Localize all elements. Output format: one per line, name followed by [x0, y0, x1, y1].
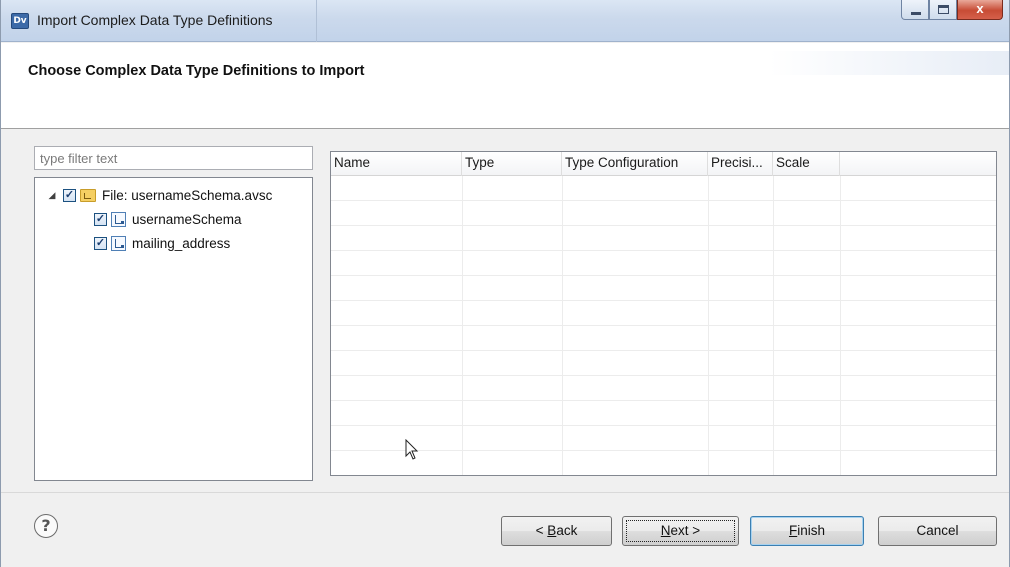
close-button[interactable]: x	[957, 0, 1003, 20]
tree-item-file[interactable]: ◢ ✓ File: usernameSchema.avsc	[35, 183, 312, 207]
title-bar[interactable]: Dv Import Complex Data Type Definitions …	[1, 0, 1009, 42]
app-icon: Dv	[11, 13, 29, 29]
mouse-pointer-icon	[405, 439, 419, 460]
tree-item-label: File: usernameSchema.avsc	[102, 187, 273, 203]
collapse-arrow-icon[interactable]: ◢	[45, 190, 59, 201]
tree-item-mailing-address[interactable]: ✓ mailing_address	[35, 231, 312, 255]
column-header-precision[interactable]: Precisi...	[708, 152, 773, 176]
definitions-tree[interactable]: ◢ ✓ File: usernameSchema.avsc ✓ username…	[34, 177, 313, 481]
tree-item-usernameschema[interactable]: ✓ usernameSchema	[35, 207, 312, 231]
table-row	[331, 351, 996, 376]
complex-type-icon	[111, 235, 126, 251]
next-button-mnemonic: N	[660, 523, 671, 538]
tree-item-label: usernameSchema	[132, 211, 242, 227]
table-row	[331, 176, 996, 201]
button-bar: ? < Back Next > Finish Cancel	[1, 492, 1009, 567]
title-tab-edge	[316, 0, 317, 42]
table-row	[331, 376, 996, 401]
complex-type-icon	[111, 211, 126, 227]
table-row	[331, 201, 996, 226]
finish-button-label: inish	[797, 523, 825, 538]
column-header-scale[interactable]: Scale	[773, 152, 840, 176]
maximize-button[interactable]	[929, 0, 957, 20]
back-button-label: ack	[556, 523, 578, 538]
table-header: Name Type Type Configuration Precisi... …	[331, 152, 996, 176]
tree-checkbox-usernameschema[interactable]: ✓	[94, 212, 107, 226]
finish-button-mnemonic: F	[788, 523, 798, 538]
banner-decoration	[769, 51, 1009, 75]
wizard-banner: Choose Complex Data Type Definitions to …	[1, 43, 1009, 129]
table-row	[331, 276, 996, 301]
filter-input[interactable]	[34, 146, 313, 170]
window-controls: x	[901, 0, 1003, 20]
back-button[interactable]: < Back	[501, 516, 612, 546]
table-row	[331, 401, 996, 426]
table-row	[331, 326, 996, 351]
tree-checkbox-file[interactable]: ✓	[63, 188, 76, 202]
table-row	[331, 451, 996, 475]
maximize-icon	[938, 5, 949, 14]
help-icon[interactable]: ?	[34, 514, 58, 538]
minimize-icon	[911, 12, 921, 15]
column-header-type[interactable]: Type	[462, 152, 562, 176]
minimize-button[interactable]	[901, 0, 929, 20]
column-header-type-configuration[interactable]: Type Configuration	[562, 152, 708, 176]
table-row	[331, 251, 996, 276]
close-icon: x	[976, 1, 984, 16]
window-title: Import Complex Data Type Definitions	[37, 12, 273, 28]
wizard-content: ◢ ✓ File: usernameSchema.avsc ✓ username…	[1, 130, 1009, 492]
table-row	[331, 301, 996, 326]
table-row	[331, 226, 996, 251]
finish-button[interactable]: Finish	[750, 516, 864, 546]
tree-checkbox-mailing-address[interactable]: ✓	[94, 236, 107, 250]
schema-file-icon	[80, 188, 96, 202]
back-button-mnemonic: B	[547, 523, 557, 538]
next-button[interactable]: Next >	[622, 516, 739, 546]
next-button-label: ext >	[670, 523, 701, 538]
import-dialog-window: Dv Import Complex Data Type Definitions …	[0, 0, 1010, 567]
fields-table[interactable]: Name Type Type Configuration Precisi... …	[330, 151, 997, 476]
back-button-prefix: <	[535, 523, 548, 538]
table-row	[331, 426, 996, 451]
tree-item-label: mailing_address	[132, 235, 231, 251]
page-title: Choose Complex Data Type Definitions to …	[28, 63, 365, 79]
cancel-button[interactable]: Cancel	[878, 516, 997, 546]
column-header-name[interactable]: Name	[331, 152, 462, 176]
